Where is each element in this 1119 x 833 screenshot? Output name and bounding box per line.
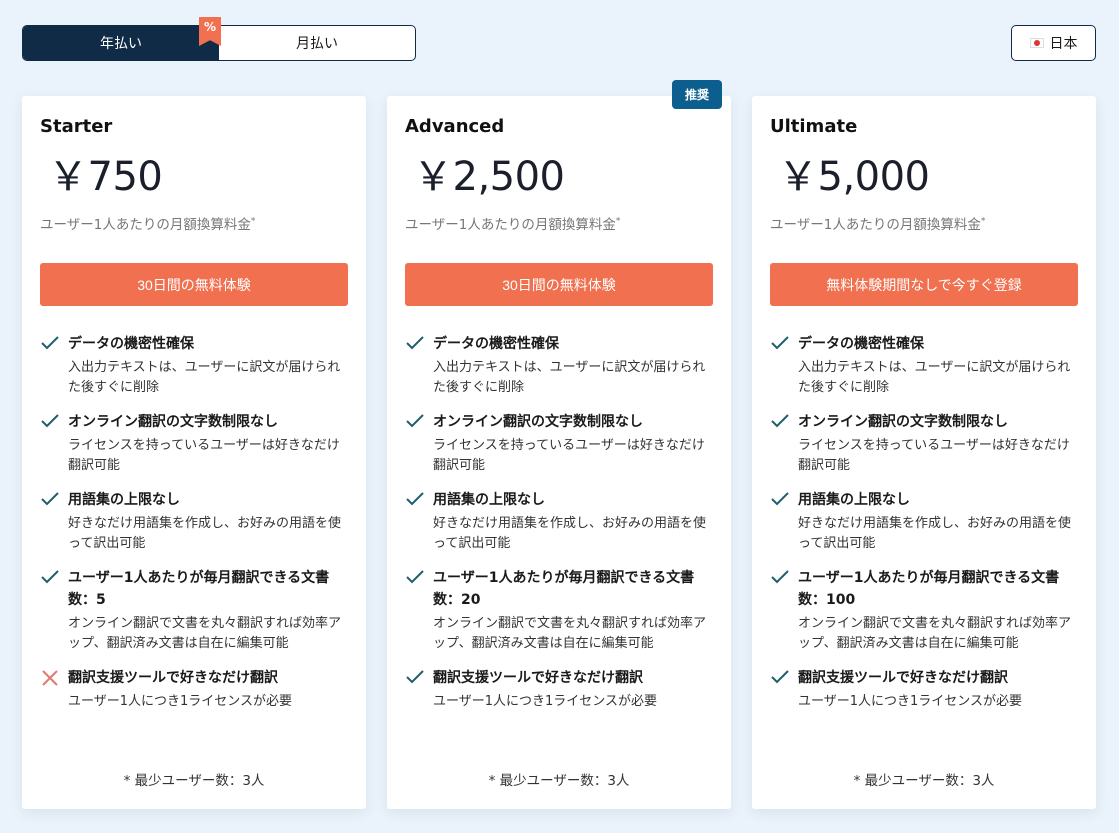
cross-icon bbox=[40, 667, 68, 712]
feature-title: オンライン翻訳の文字数制限なし bbox=[68, 414, 278, 430]
feature-title: オンライン翻訳の文字数制限なし bbox=[433, 414, 643, 430]
feature-item: 用語集の上限なし 好きなだけ用語集を作成し、お好みの用語を使って訳出可能 bbox=[405, 489, 713, 554]
feature-item: データの機密性確保 入出力テキストは、ユーザーに訳文が届けられた後すぐに削除 bbox=[405, 333, 713, 398]
feature-description: 好きなだけ用語集を作成し、お好みの用語を使って訳出可能 bbox=[68, 516, 342, 551]
check-icon bbox=[770, 411, 798, 476]
monthly-billing-tab[interactable]: 月払い bbox=[219, 26, 415, 60]
feature-title: 翻訳支援ツールで好きなだけ翻訳 bbox=[798, 670, 1008, 686]
feature-description: オンライン翻訳で文書を丸々翻訳すれば効率アップ、翻訳済み文書は自在に編集可能 bbox=[798, 616, 1072, 651]
plan-card-starter: Starter ￥750 ユーザー1人あたりの月額換算料金* 30日間の無料体験… bbox=[22, 96, 366, 809]
minimum-users-note: * 最少ユーザー数：3人 bbox=[488, 773, 630, 789]
feature-item: 用語集の上限なし 好きなだけ用語集を作成し、お好みの用語を使って訳出可能 bbox=[40, 489, 348, 554]
feature-title: 用語集の上限なし bbox=[68, 492, 180, 508]
feature-description: ユーザー1人につき1ライセンスが必要 bbox=[433, 694, 658, 709]
feature-title: ユーザー1人あたりが毎月翻訳できる文書数：5 bbox=[68, 570, 330, 608]
check-icon bbox=[770, 567, 798, 654]
feature-item: オンライン翻訳の文字数制限なし ライセンスを持っているユーザーは好きなだけ翻訳可… bbox=[405, 411, 713, 476]
feature-title: 用語集の上限なし bbox=[798, 492, 910, 508]
feature-item: ユーザー1人あたりが毎月翻訳できる文書数：5 オンライン翻訳で文書を丸々翻訳すれ… bbox=[40, 567, 348, 654]
feature-description: ユーザー1人につき1ライセンスが必要 bbox=[68, 694, 293, 709]
plan-card-ultimate: Ultimate ￥5,000 ユーザー1人あたりの月額換算料金* 無料体験期間… bbox=[752, 96, 1096, 809]
feature-item: 用語集の上限なし 好きなだけ用語集を作成し、お好みの用語を使って訳出可能 bbox=[770, 489, 1078, 554]
price-note-text: ユーザー1人あたりの月額換算料金 bbox=[405, 217, 616, 233]
billing-period-toggle: 年払い 月払い % bbox=[22, 17, 416, 61]
plan-price: ￥2,500 bbox=[413, 154, 565, 200]
minimum-users-note: * 最少ユーザー数：3人 bbox=[123, 773, 265, 789]
feature-description: 入出力テキストは、ユーザーに訳文が届けられた後すぐに削除 bbox=[68, 360, 341, 395]
price-note-asterisk: * bbox=[250, 216, 256, 227]
feature-description: 入出力テキストは、ユーザーに訳文が届けられた後すぐに削除 bbox=[433, 360, 706, 395]
feature-title: オンライン翻訳の文字数制限なし bbox=[798, 414, 1008, 430]
feature-list: データの機密性確保 入出力テキストは、ユーザーに訳文が届けられた後すぐに削除 オ… bbox=[40, 333, 348, 712]
feature-item: 翻訳支援ツールで好きなだけ翻訳 ユーザー1人につき1ライセンスが必要 bbox=[40, 667, 348, 712]
check-icon bbox=[770, 489, 798, 554]
feature-item: ユーザー1人あたりが毎月翻訳できる文書数：100 オンライン翻訳で文書を丸々翻訳… bbox=[770, 567, 1078, 654]
price-note-text: ユーザー1人あたりの月額換算料金 bbox=[770, 217, 981, 233]
japan-flag-icon bbox=[1029, 38, 1044, 48]
recommended-badge: 推奨 bbox=[671, 80, 722, 109]
feature-description: ライセンスを持っているユーザーは好きなだけ翻訳可能 bbox=[68, 438, 340, 473]
feature-description: 入出力テキストは、ユーザーに訳文が届けられた後すぐに削除 bbox=[798, 360, 1071, 395]
feature-list: データの機密性確保 入出力テキストは、ユーザーに訳文が届けられた後すぐに削除 オ… bbox=[770, 333, 1078, 712]
check-icon bbox=[405, 567, 433, 654]
feature-description: オンライン翻訳で文書を丸々翻訳すれば効率アップ、翻訳済み文書は自在に編集可能 bbox=[433, 616, 707, 651]
feature-title: 翻訳支援ツールで好きなだけ翻訳 bbox=[433, 670, 643, 686]
feature-title: データの機密性確保 bbox=[798, 336, 924, 352]
check-icon bbox=[770, 667, 798, 712]
plan-name: Advanced bbox=[405, 116, 505, 137]
minimum-users-note: * 最少ユーザー数：3人 bbox=[853, 773, 995, 789]
feature-list: データの機密性確保 入出力テキストは、ユーザーに訳文が届けられた後すぐに削除 オ… bbox=[405, 333, 713, 712]
plan-card-advanced: 推奨 Advanced ￥2,500 ユーザー1人あたりの月額換算料金* 30日… bbox=[387, 80, 731, 809]
feature-description: ユーザー1人につき1ライセンスが必要 bbox=[798, 694, 1023, 709]
feature-item: 翻訳支援ツールで好きなだけ翻訳 ユーザー1人につき1ライセンスが必要 bbox=[405, 667, 713, 712]
check-icon bbox=[40, 411, 68, 476]
feature-item: オンライン翻訳の文字数制限なし ライセンスを持っているユーザーは好きなだけ翻訳可… bbox=[770, 411, 1078, 476]
plan-price: ￥5,000 bbox=[778, 154, 930, 200]
check-icon bbox=[405, 411, 433, 476]
plan-cta-button[interactable]: 30日間の無料体験 bbox=[405, 263, 713, 306]
price-note: ユーザー1人あたりの月額換算料金* bbox=[405, 213, 713, 234]
feature-description: ライセンスを持っているユーザーは好きなだけ翻訳可能 bbox=[433, 438, 705, 473]
feature-description: オンライン翻訳で文書を丸々翻訳すれば効率アップ、翻訳済み文書は自在に編集可能 bbox=[68, 616, 342, 651]
feature-item: 翻訳支援ツールで好きなだけ翻訳 ユーザー1人につき1ライセンスが必要 bbox=[770, 667, 1078, 712]
country-label: 日本 bbox=[1049, 36, 1078, 52]
check-icon bbox=[405, 667, 433, 712]
check-icon bbox=[40, 489, 68, 554]
feature-item: ユーザー1人あたりが毎月翻訳できる文書数：20 オンライン翻訳で文書を丸々翻訳す… bbox=[405, 567, 713, 654]
feature-title: データの機密性確保 bbox=[433, 336, 559, 352]
check-icon bbox=[40, 333, 68, 398]
feature-description: ライセンスを持っているユーザーは好きなだけ翻訳可能 bbox=[798, 438, 1070, 473]
feature-item: データの機密性確保 入出力テキストは、ユーザーに訳文が届けられた後すぐに削除 bbox=[770, 333, 1078, 398]
feature-description: 好きなだけ用語集を作成し、お好みの用語を使って訳出可能 bbox=[798, 516, 1072, 551]
country-selector-button[interactable]: 日本 bbox=[1011, 25, 1096, 61]
feature-title: ユーザー1人あたりが毎月翻訳できる文書数：20 bbox=[433, 570, 695, 608]
plan-price: ￥750 bbox=[48, 154, 163, 200]
plan-name: Starter bbox=[40, 116, 113, 137]
price-note-asterisk: * bbox=[980, 216, 986, 227]
check-icon bbox=[770, 333, 798, 398]
price-note: ユーザー1人あたりの月額換算料金* bbox=[40, 213, 348, 234]
feature-title: データの機密性確保 bbox=[68, 336, 194, 352]
plan-name: Ultimate bbox=[770, 116, 858, 137]
plan-cta-button[interactable]: 無料体験期間なしで今すぐ登録 bbox=[770, 263, 1078, 306]
feature-item: データの機密性確保 入出力テキストは、ユーザーに訳文が届けられた後すぐに削除 bbox=[40, 333, 348, 398]
feature-title: 用語集の上限なし bbox=[433, 492, 545, 508]
check-icon bbox=[40, 567, 68, 654]
price-note-asterisk: * bbox=[615, 216, 621, 227]
feature-item: オンライン翻訳の文字数制限なし ライセンスを持っているユーザーは好きなだけ翻訳可… bbox=[40, 411, 348, 476]
check-icon bbox=[405, 489, 433, 554]
check-icon bbox=[405, 333, 433, 398]
price-note-text: ユーザー1人あたりの月額換算料金 bbox=[40, 217, 251, 233]
feature-title: 翻訳支援ツールで好きなだけ翻訳 bbox=[68, 670, 278, 686]
plan-cta-button[interactable]: 30日間の無料体験 bbox=[40, 263, 348, 306]
annual-billing-tab[interactable]: 年払い bbox=[23, 26, 219, 60]
price-note: ユーザー1人あたりの月額換算料金* bbox=[770, 213, 1078, 234]
feature-description: 好きなだけ用語集を作成し、お好みの用語を使って訳出可能 bbox=[433, 516, 707, 551]
feature-title: ユーザー1人あたりが毎月翻訳できる文書数：100 bbox=[798, 570, 1060, 608]
